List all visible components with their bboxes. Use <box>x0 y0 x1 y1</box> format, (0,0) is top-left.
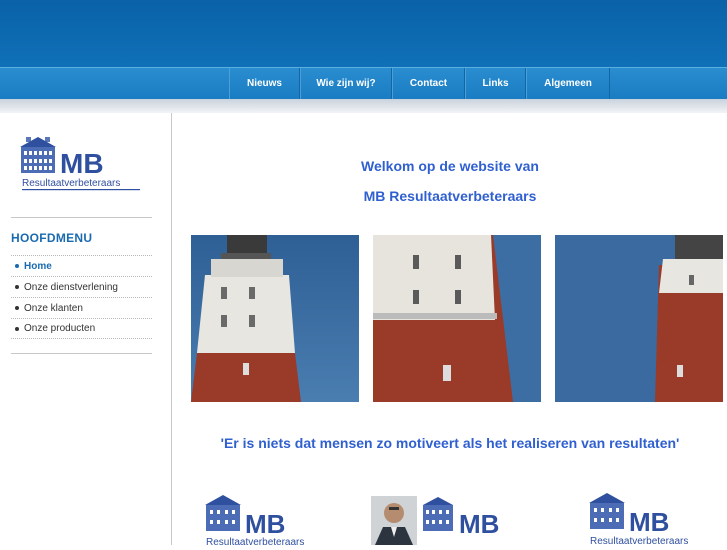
logo-initials: MB <box>60 148 104 179</box>
slogan-quote: 'Er is niets dat mensen zo motiveert als… <box>220 435 680 451</box>
logo[interactable]: MB Resultaatverbeteraars <box>20 129 144 198</box>
bottom-logo-portrait[interactable]: MB <box>371 491 541 550</box>
header-banner <box>0 0 727 67</box>
logo-initials: MB <box>245 509 285 539</box>
lighthouse-photo-3 <box>555 235 723 402</box>
sidebar-item-label: Onze dienstverlening <box>24 281 118 293</box>
sidebar: MB Resultaatverbeteraars HOOFDMENU Home … <box>0 113 172 545</box>
nav-shadow <box>0 99 727 113</box>
nav-item-links[interactable]: Links <box>465 68 526 99</box>
menu-title: HOOFDMENU <box>11 231 93 245</box>
logo-building-icon: MB Resultaatverbeteraars <box>589 493 688 547</box>
nav-item-wie-zijn-wij[interactable]: Wie zijn wij? <box>300 68 392 99</box>
logo-building-icon: MB Resultaatverbeteraars <box>20 137 140 191</box>
portrait-logo-image: MB <box>371 496 499 545</box>
nav-item-nieuws[interactable]: Nieuws <box>229 68 300 99</box>
welcome-heading: Welkom op de website van <box>361 158 539 174</box>
sidebar-item-home[interactable]: Home <box>11 255 152 276</box>
sidebar-divider-top <box>11 217 152 218</box>
logo-initials: MB <box>629 507 669 537</box>
sidebar-item-onze-producten[interactable]: Onze producten <box>11 318 152 339</box>
logo-tagline: Resultaatverbeteraars <box>22 178 120 189</box>
bullet-icon <box>15 306 19 310</box>
bullet-icon <box>15 264 19 268</box>
lighthouse-photo-2 <box>373 235 541 402</box>
company-name-heading: MB Resultaatverbeteraars <box>363 188 537 204</box>
nav-list: Nieuws Wie zijn wij? Contact Links Algem… <box>229 68 610 99</box>
sidebar-menu: Home Onze dienstverlening Onze klanten O… <box>11 255 152 339</box>
sidebar-item-label: Onze klanten <box>24 302 83 314</box>
logo-tagline: Resultaatverbeteraars <box>206 537 304 545</box>
top-navigation: Nieuws Wie zijn wij? Contact Links Algem… <box>0 67 727 99</box>
bottom-logo-1[interactable]: MB Resultaatverbeteraars <box>205 491 329 550</box>
sidebar-item-label: Onze producten <box>24 323 96 334</box>
logo-tagline: Resultaatverbeteraars <box>590 536 688 545</box>
bullet-icon <box>15 326 19 331</box>
sidebar-item-onze-klanten[interactable]: Onze klanten <box>11 297 152 318</box>
sidebar-item-onze-dienstverlening[interactable]: Onze dienstverlening <box>11 276 152 297</box>
sidebar-divider-bottom <box>11 353 152 354</box>
lighthouse-photo-1 <box>191 235 359 402</box>
nav-item-contact[interactable]: Contact <box>392 68 465 99</box>
bottom-logo-3[interactable]: MB Resultaatverbeteraars <box>589 491 713 550</box>
nav-item-algemeen[interactable]: Algemeen <box>526 68 610 99</box>
logo-initials: MB <box>459 509 499 539</box>
logo-building-icon: MB Resultaatverbeteraars <box>205 495 304 548</box>
main-content: Welkom op de website van MB Resultaatver… <box>173 113 727 548</box>
bullet-icon <box>15 285 19 289</box>
sidebar-item-label: Home <box>24 260 52 272</box>
